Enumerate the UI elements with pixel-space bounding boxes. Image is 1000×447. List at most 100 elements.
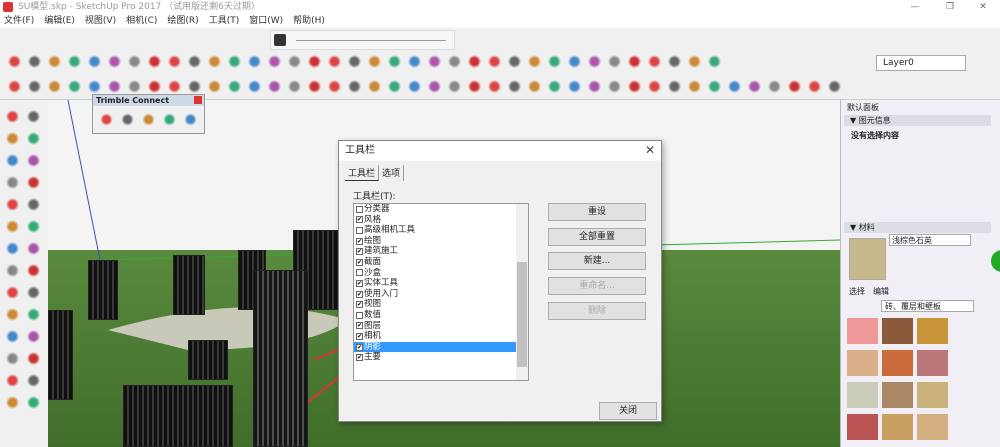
close-icon[interactable] — [194, 96, 202, 104]
select-icon[interactable] — [4, 108, 21, 125]
circle-icon[interactable] — [126, 78, 143, 95]
checkbox[interactable]: ✔ — [356, 322, 363, 330]
cloud-upload-icon[interactable] — [141, 111, 156, 128]
toolbar-list-item[interactable]: ✔ 截面 — [354, 257, 518, 268]
top-view-icon[interactable] — [366, 78, 383, 95]
tape-measure-icon[interactable] — [4, 306, 21, 323]
menu-help[interactable]: 帮助(H) — [293, 14, 325, 28]
eraser-icon[interactable] — [25, 108, 42, 125]
zoom-icon[interactable] — [526, 53, 543, 70]
material-swatch[interactable] — [847, 350, 878, 376]
toolbar-list-item[interactable]: 数值 — [354, 310, 518, 321]
menu-file[interactable]: 文件(F) — [4, 14, 34, 28]
toolbar-list-item[interactable]: ✔ 建筑施工 — [354, 246, 518, 257]
pan-icon[interactable] — [25, 372, 42, 389]
pan-icon[interactable] — [506, 53, 523, 70]
hidden-line-icon[interactable] — [506, 78, 523, 95]
tab-toolbars[interactable]: 工具栏 — [345, 165, 380, 181]
pie-icon[interactable] — [106, 78, 123, 95]
material-swatch[interactable] — [847, 382, 878, 408]
line-icon[interactable] — [66, 78, 83, 95]
3d-text-icon[interactable] — [25, 350, 42, 367]
arc-icon[interactable] — [186, 53, 203, 70]
entity-info-header[interactable]: ▼ 图元信息 — [844, 115, 991, 126]
pencil-icon[interactable] — [4, 152, 21, 169]
toolbar-list-item[interactable]: 分类器 — [354, 204, 518, 215]
paint-bucket-icon[interactable] — [4, 130, 21, 147]
zoom-extents-icon[interactable] — [566, 53, 583, 70]
tab-options[interactable]: 选项 — [379, 165, 405, 181]
house-icon[interactable] — [586, 78, 603, 95]
scale-icon[interactable] — [326, 53, 343, 70]
arc-icon[interactable] — [146, 78, 163, 95]
toolbar-list-item[interactable]: ✔ 图层 — [354, 321, 518, 332]
zoom-icon[interactable] — [4, 394, 21, 411]
xray-icon[interactable] — [446, 78, 463, 95]
checkbox[interactable]: ✔ — [356, 258, 363, 266]
checkbox[interactable] — [356, 226, 363, 234]
menu-draw[interactable]: 绘图(R) — [167, 14, 198, 28]
walk-icon[interactable] — [586, 53, 603, 70]
toolbar-list-item[interactable]: 高级相机工具 — [354, 225, 518, 236]
scale-icon[interactable] — [306, 78, 323, 95]
arc3-icon[interactable] — [226, 53, 243, 70]
paint-bucket-icon[interactable] — [46, 53, 63, 70]
mail-icon[interactable] — [120, 111, 135, 128]
text-icon[interactable] — [426, 53, 443, 70]
select-icon[interactable] — [6, 78, 23, 95]
rotate-icon[interactable] — [286, 53, 303, 70]
house4-icon[interactable] — [646, 78, 663, 95]
offset-icon[interactable] — [346, 53, 363, 70]
eraser-icon[interactable] — [26, 53, 43, 70]
text-icon[interactable] — [206, 78, 223, 95]
arc2-icon[interactable] — [206, 53, 223, 70]
arc-icon[interactable] — [25, 196, 42, 213]
scrollbar-thumb[interactable] — [517, 262, 527, 367]
material-swatch[interactable] — [882, 414, 913, 440]
back-edges-icon[interactable] — [466, 78, 483, 95]
menu-view[interactable]: 视图(V) — [85, 14, 116, 28]
trim-icon[interactable] — [806, 78, 823, 95]
material-swatch[interactable] — [882, 382, 913, 408]
zoom-window-icon[interactable] — [546, 53, 563, 70]
checkbox[interactable] — [356, 311, 363, 319]
solid-icon[interactable] — [726, 78, 743, 95]
material-swatch[interactable] — [847, 414, 878, 440]
section-plane-icon[interactable] — [646, 53, 663, 70]
dimension-icon[interactable] — [386, 53, 403, 70]
material-swatch[interactable] — [917, 350, 948, 376]
toolbar-list-item[interactable]: ✔ 绘图 — [354, 236, 518, 247]
checkbox[interactable] — [356, 205, 363, 213]
polygon-icon[interactable] — [166, 53, 183, 70]
checkbox[interactable]: ✔ — [356, 301, 363, 309]
dialog-close-button[interactable]: ✕ — [645, 143, 655, 157]
position-camera-icon[interactable] — [626, 53, 643, 70]
minimize-button[interactable]: — — [900, 0, 930, 14]
close-window-button[interactable]: ✕ — [968, 0, 998, 14]
tab-select[interactable]: 选择 — [849, 286, 865, 297]
push-pull-icon[interactable] — [25, 240, 42, 257]
checkbox[interactable]: ✔ — [356, 248, 363, 256]
toolbar-list-item[interactable]: ✔ 风格 — [354, 215, 518, 226]
right-view-icon[interactable] — [406, 78, 423, 95]
material-swatch[interactable] — [882, 318, 913, 344]
3d-text-icon[interactable] — [466, 53, 483, 70]
follow-me-icon[interactable] — [25, 262, 42, 279]
rotate-icon[interactable] — [66, 53, 83, 70]
rectangle-icon[interactable] — [4, 174, 21, 191]
material-swatch[interactable] — [917, 318, 948, 344]
freehand-icon[interactable] — [25, 152, 42, 169]
paint-icon[interactable] — [226, 78, 243, 95]
monochrome-icon[interactable] — [566, 78, 583, 95]
checkbox[interactable]: ✔ — [356, 290, 363, 298]
look-around-icon[interactable] — [606, 53, 623, 70]
toolbar-list-item[interactable]: ✔ 实体工具 — [354, 278, 518, 289]
toolbar-list-item[interactable]: 沙盒 — [354, 268, 518, 279]
section-fill-icon[interactable] — [706, 53, 723, 70]
push-pull-icon[interactable] — [266, 53, 283, 70]
polygon-icon[interactable] — [166, 78, 183, 95]
toolbar-list-item[interactable]: ✔ 使用入门 — [354, 289, 518, 300]
checkbox[interactable]: ✔ — [356, 216, 363, 224]
move-icon[interactable] — [4, 240, 21, 257]
component-icon[interactable] — [686, 78, 703, 95]
